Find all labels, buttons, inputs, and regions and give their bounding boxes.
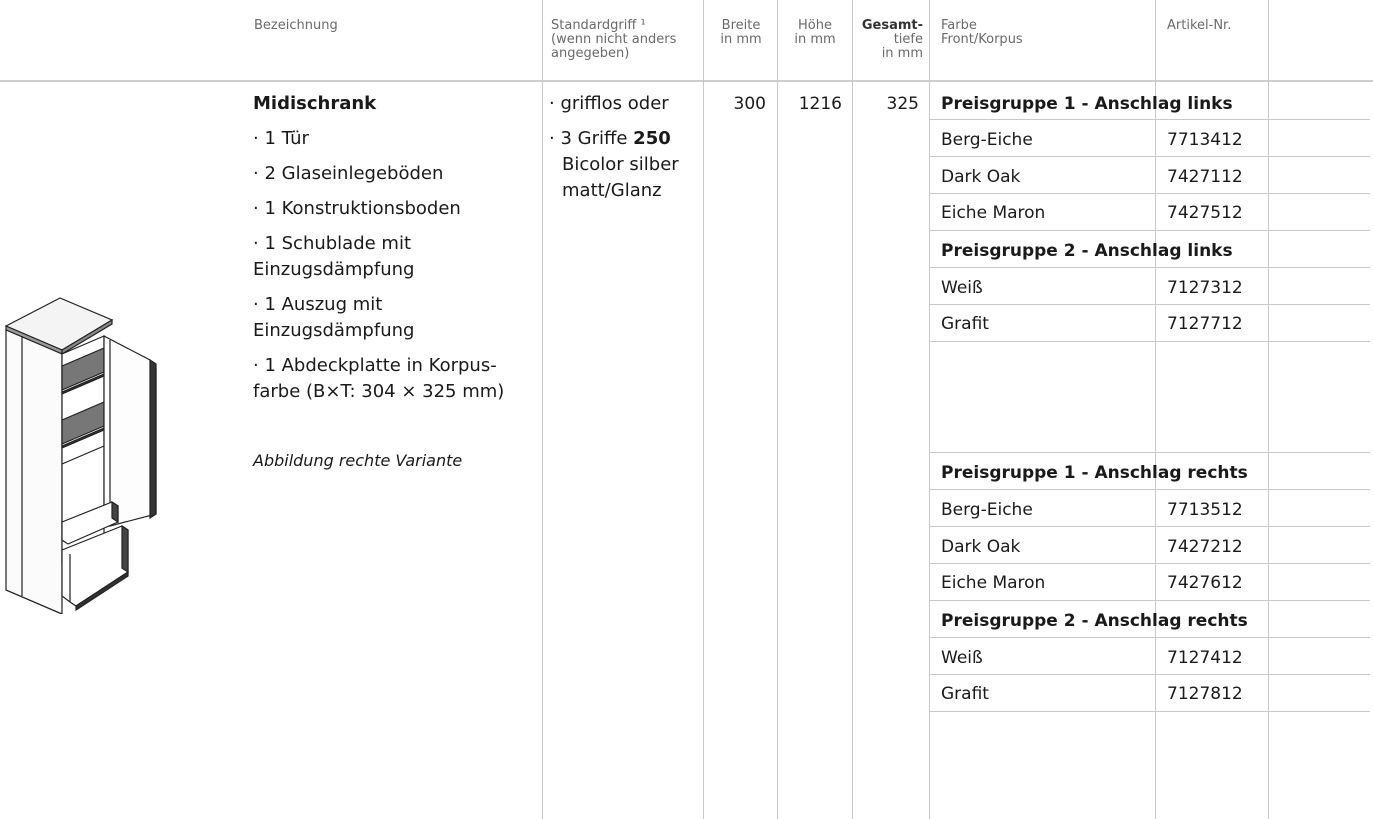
row-divider: [930, 156, 1370, 157]
header-griff-line1: Standardgriff ¹: [551, 18, 646, 33]
header-hoehe-line2: in mm: [794, 32, 836, 47]
header-farbe-line1: Farbe: [941, 18, 977, 33]
header-farbe: Farbe Front/Korpus: [941, 19, 1023, 47]
header-hoehe: Höhe in mm: [778, 19, 852, 47]
article-number: 7713512: [1167, 500, 1243, 520]
article-number: 7427212: [1167, 537, 1243, 557]
color-cell: Berg-Eiche: [941, 500, 1033, 520]
product-feature: · 1 Konstruktionsboden: [253, 198, 461, 219]
col-divider-breite: [703, 0, 704, 819]
col-divider-tiefe: [852, 0, 853, 819]
color-cell: Grafit: [941, 684, 989, 704]
row-divider: [930, 563, 1370, 564]
header-tiefe-line1: Gesamt-: [861, 18, 923, 33]
row-divider: [930, 526, 1370, 527]
griff-model-number: 250: [633, 128, 671, 149]
group-title: Preisgruppe 1 - Anschlag links: [941, 94, 1233, 114]
article-number: 7713412: [1167, 130, 1243, 150]
product-feature: · 1 Abdeckplatte in Korpus-: [253, 355, 497, 376]
product-feature: · 1 Schublade mit: [253, 233, 412, 254]
row-divider: [930, 304, 1370, 305]
product-feature: · 1 Tür: [253, 128, 309, 149]
header-griff-line3: angegeben): [551, 46, 630, 61]
header-bezeichnung: Bezeichnung: [254, 18, 338, 33]
row-divider: [930, 674, 1370, 675]
col-divider-farbe: [929, 0, 930, 819]
breite-value: 300: [733, 94, 766, 114]
hoehe-value: 1216: [798, 94, 842, 114]
griff-line-2-text: · 3 Griffe: [549, 128, 634, 149]
color-cell: Weiß: [941, 278, 983, 298]
header-artikel-nr: Artikel-Nr.: [1167, 18, 1232, 33]
griff-line-4: matt/Glanz: [562, 180, 662, 201]
product-feature: Einzugsdämpfung: [253, 320, 415, 341]
color-cell: Eiche Maron: [941, 573, 1046, 593]
color-cell: Dark Oak: [941, 167, 1021, 187]
header-divider: [0, 80, 1373, 82]
header-tiefe-line2: tiefe: [893, 32, 923, 47]
col-divider-end: [1268, 0, 1269, 819]
header-tiefe-line3: in mm: [881, 46, 923, 61]
griff-line-2: · 3 Griffe 250: [549, 127, 671, 150]
group-title: Preisgruppe 2 - Anschlag links: [941, 241, 1233, 261]
group-title: Preisgruppe 2 - Anschlag rechts: [941, 611, 1248, 631]
row-divider: [930, 637, 1370, 638]
col-divider-griff: [542, 0, 543, 819]
article-number: 7427112: [1167, 167, 1243, 187]
product-name: Midischrank: [253, 93, 377, 114]
header-griff-line2: (wenn nicht anders: [551, 32, 677, 47]
row-divider: [930, 193, 1370, 194]
illustration-caption: Abbildung rechte Variante: [253, 451, 463, 470]
row-divider: [930, 600, 1370, 601]
color-cell: Grafit: [941, 314, 989, 334]
article-number: 7127712: [1167, 314, 1243, 334]
product-feature: · 2 Glaseinlegeböden: [253, 163, 444, 184]
header-breite: Breite in mm: [704, 19, 778, 47]
row-divider: [930, 489, 1370, 490]
header-standardgriff: Standardgriff ¹ (wenn nicht anders angeg…: [551, 19, 676, 61]
row-divider: [930, 341, 1370, 342]
row-divider: [930, 230, 1370, 231]
header-hoehe-line1: Höhe: [798, 18, 832, 33]
color-cell: Weiß: [941, 648, 983, 668]
article-number: 7127812: [1167, 684, 1243, 704]
color-cell: Berg-Eiche: [941, 130, 1033, 150]
article-number: 7427612: [1167, 573, 1243, 593]
product-feature: · 1 Auszug mit: [253, 294, 383, 315]
row-divider: [930, 711, 1370, 712]
header-breite-line1: Breite: [721, 18, 761, 33]
header-gesamttiefe: Gesamt- tiefe in mm: [853, 19, 923, 61]
group-title: Preisgruppe 1 - Anschlag rechts: [941, 463, 1248, 483]
article-number: 7127312: [1167, 278, 1243, 298]
article-number: 7127412: [1167, 648, 1243, 668]
col-divider-hoehe: [777, 0, 778, 819]
row-divider: [930, 452, 1370, 453]
color-cell: Dark Oak: [941, 537, 1021, 557]
midischrank-illustration: [4, 297, 157, 614]
griff-line-1: · grifflos oder: [549, 93, 669, 114]
header-farbe-line2: Front/Korpus: [941, 32, 1023, 47]
griff-line-3: Bicolor silber: [562, 154, 679, 175]
col-divider-artikel: [1155, 0, 1156, 819]
article-number: 7427512: [1167, 203, 1243, 223]
tiefe-value: 325: [886, 94, 919, 114]
header-breite-line2: in mm: [720, 32, 762, 47]
row-divider: [930, 119, 1370, 120]
color-cell: Eiche Maron: [941, 203, 1046, 223]
product-feature: farbe (B×T: 304 × 325 mm): [253, 381, 505, 402]
product-feature: Einzugsdämpfung: [253, 259, 415, 280]
row-divider: [930, 267, 1370, 268]
